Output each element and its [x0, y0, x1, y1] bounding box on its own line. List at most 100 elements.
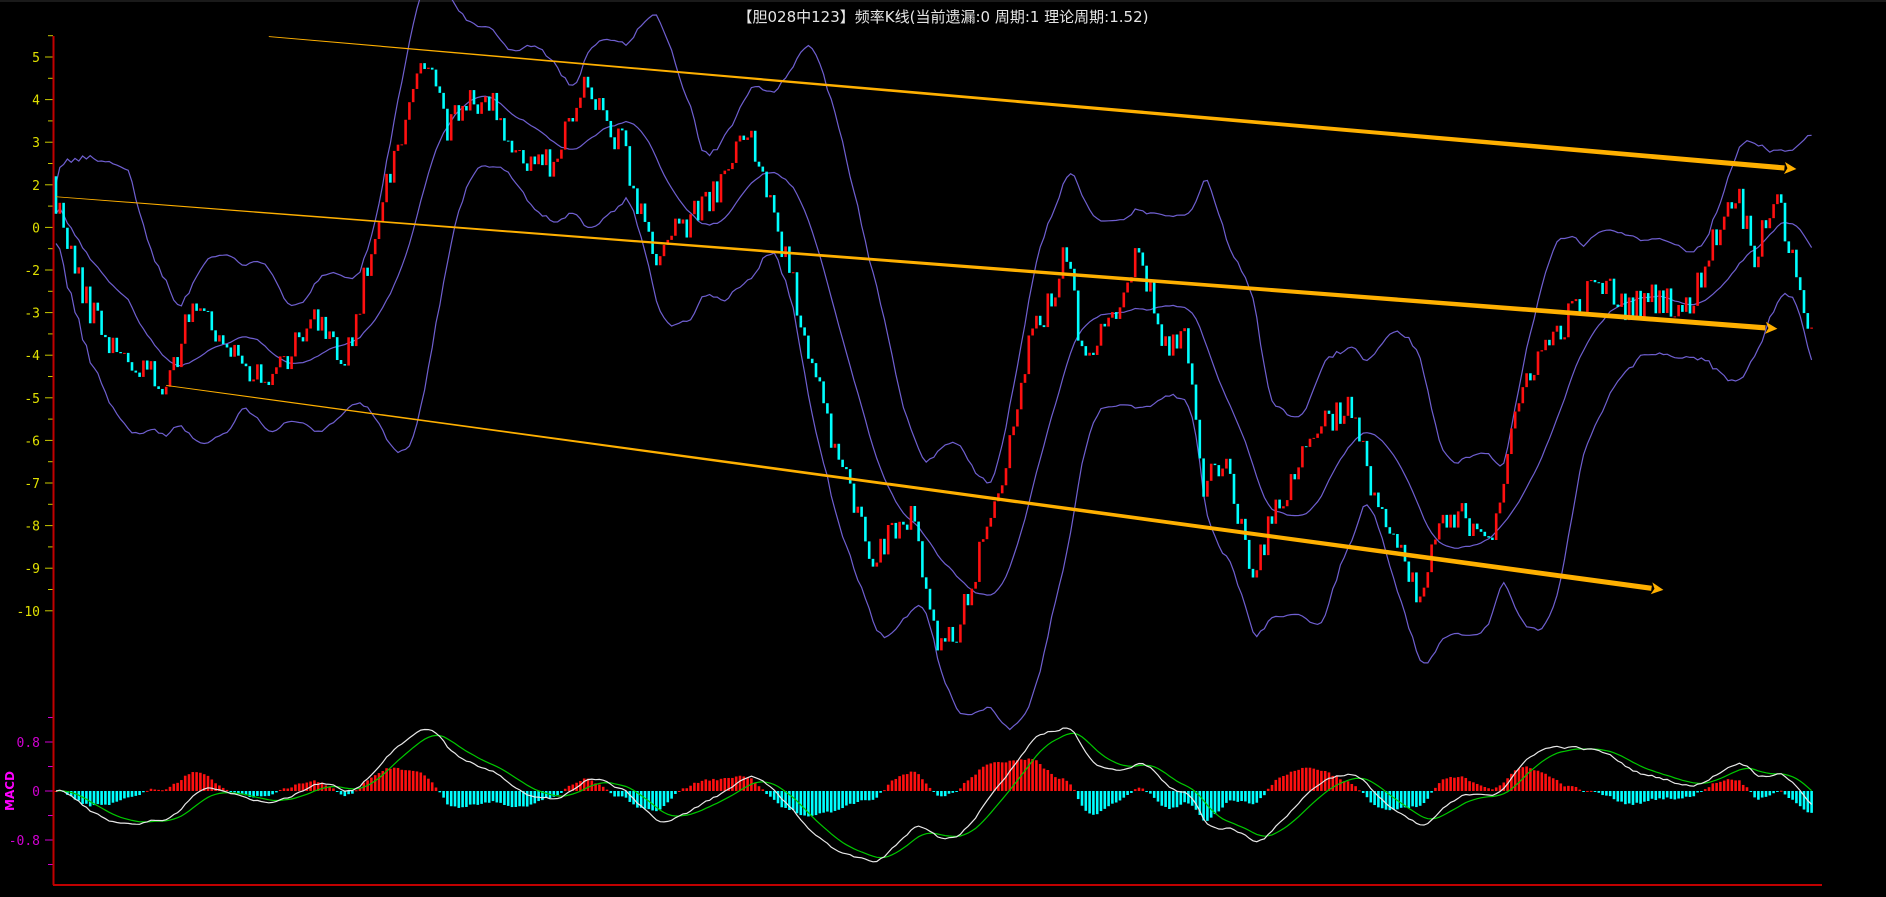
candle-down — [1464, 503, 1468, 519]
candle-down — [1092, 352, 1095, 355]
macd-bar-negative — [955, 791, 958, 792]
candle-up — [875, 562, 879, 567]
y-tick-label: -10 — [17, 605, 40, 620]
macd-bar-positive — [605, 789, 609, 791]
candle-up — [1285, 500, 1289, 507]
bollinger-middle — [55, 95, 1813, 596]
macd-bar-negative — [1122, 791, 1126, 798]
candle-up — [1544, 339, 1547, 351]
macd-bar-negative — [1392, 791, 1395, 810]
candle-down — [1251, 568, 1255, 578]
candle-up — [271, 373, 274, 386]
macd-bar-negative — [1088, 791, 1091, 814]
macd-bar-negative — [1665, 791, 1669, 798]
macd-bar-negative — [875, 791, 879, 798]
macd-bar-positive — [902, 774, 905, 791]
macd-bar-positive — [191, 772, 195, 791]
candles — [54, 63, 1813, 651]
candle-up — [1513, 411, 1517, 429]
candle-up — [1586, 281, 1589, 312]
candle-down — [1213, 463, 1217, 466]
candle-down — [1339, 402, 1342, 424]
candle-up — [1221, 468, 1224, 477]
macd-bar-negative — [544, 791, 548, 798]
macd-bar-positive — [157, 789, 160, 791]
candle-up — [947, 626, 951, 642]
macd-bar-positive — [689, 785, 692, 791]
candle-down — [852, 483, 856, 513]
macd-bar-positive — [1057, 778, 1061, 791]
candle-down — [66, 227, 69, 249]
candle-up — [415, 73, 419, 89]
macd-bar-positive — [723, 778, 727, 791]
candle-up — [1506, 454, 1509, 484]
macd-bar-negative — [784, 791, 787, 808]
macd-bar-negative — [1635, 791, 1639, 803]
macd-bar-positive — [1266, 788, 1270, 791]
candle-up — [1810, 327, 1813, 329]
candle-down — [1453, 514, 1456, 528]
macd-bar-positive — [1491, 789, 1494, 791]
candle-down — [1688, 297, 1692, 314]
macd-bar-negative — [856, 791, 860, 802]
macd-bar-positive — [1544, 773, 1547, 791]
macd-bar-positive — [168, 786, 172, 791]
candle-up — [1354, 417, 1357, 419]
macd-bar-positive — [913, 771, 917, 791]
macd-bar-positive — [225, 789, 229, 791]
candle-up — [1282, 506, 1285, 509]
macd-bar-negative — [674, 791, 677, 794]
macd-bar-positive — [1570, 786, 1574, 791]
macd-bar-positive — [1589, 790, 1593, 792]
candle-down — [187, 314, 191, 323]
macd-bar-positive — [1494, 787, 1498, 791]
macd-bar-positive — [1715, 782, 1718, 791]
macd-bar-negative — [1152, 791, 1156, 798]
candle-up — [1745, 215, 1749, 229]
candle-up — [662, 244, 666, 257]
macd-bar-positive — [1434, 787, 1437, 791]
macd-bar-positive — [917, 774, 920, 791]
macd-bar-positive — [1551, 778, 1555, 791]
candle-down — [503, 118, 506, 141]
candle-up — [453, 105, 457, 115]
candle-down — [332, 331, 335, 338]
macd-bar-negative — [1384, 791, 1388, 810]
macd-bar-positive — [1320, 770, 1323, 791]
macd-bar-positive — [396, 767, 400, 791]
candle-down — [685, 219, 689, 238]
macd-dif-line — [55, 727, 1813, 863]
macd-bar-negative — [803, 791, 806, 816]
candle-up — [305, 328, 309, 342]
candle-up — [940, 638, 943, 651]
macd-bar-negative — [525, 791, 529, 807]
macd-bar-positive — [1563, 786, 1566, 791]
candle-up — [670, 235, 673, 240]
macd-bar-negative — [1673, 791, 1677, 800]
macd-bar-negative — [487, 791, 491, 803]
candle-down — [905, 524, 909, 530]
candle-up — [700, 196, 704, 221]
macd-bar-negative — [347, 791, 350, 795]
candle-up — [1312, 437, 1316, 439]
candle-down — [297, 332, 301, 338]
candle-down — [533, 156, 537, 165]
candle-down — [1741, 188, 1745, 229]
macd-bar-positive — [905, 774, 909, 791]
candle-down — [1559, 325, 1563, 340]
macd-bar-negative — [1369, 791, 1373, 803]
candle-up — [1521, 387, 1525, 404]
macd-bar-positive — [415, 771, 419, 791]
candle-up — [567, 118, 571, 122]
macd-bar-positive — [427, 778, 430, 791]
macd-bar-negative — [833, 791, 837, 811]
macd-bar-negative — [848, 791, 852, 804]
candle-up — [1494, 513, 1498, 541]
macd-bar-positive — [1464, 777, 1468, 791]
candle-down — [457, 105, 461, 121]
candle-down — [1715, 229, 1718, 246]
candle-up — [1164, 336, 1167, 346]
macd-bar-positive — [1016, 760, 1019, 791]
y-tick-label: 3 — [32, 136, 40, 151]
candle-down — [883, 538, 886, 555]
